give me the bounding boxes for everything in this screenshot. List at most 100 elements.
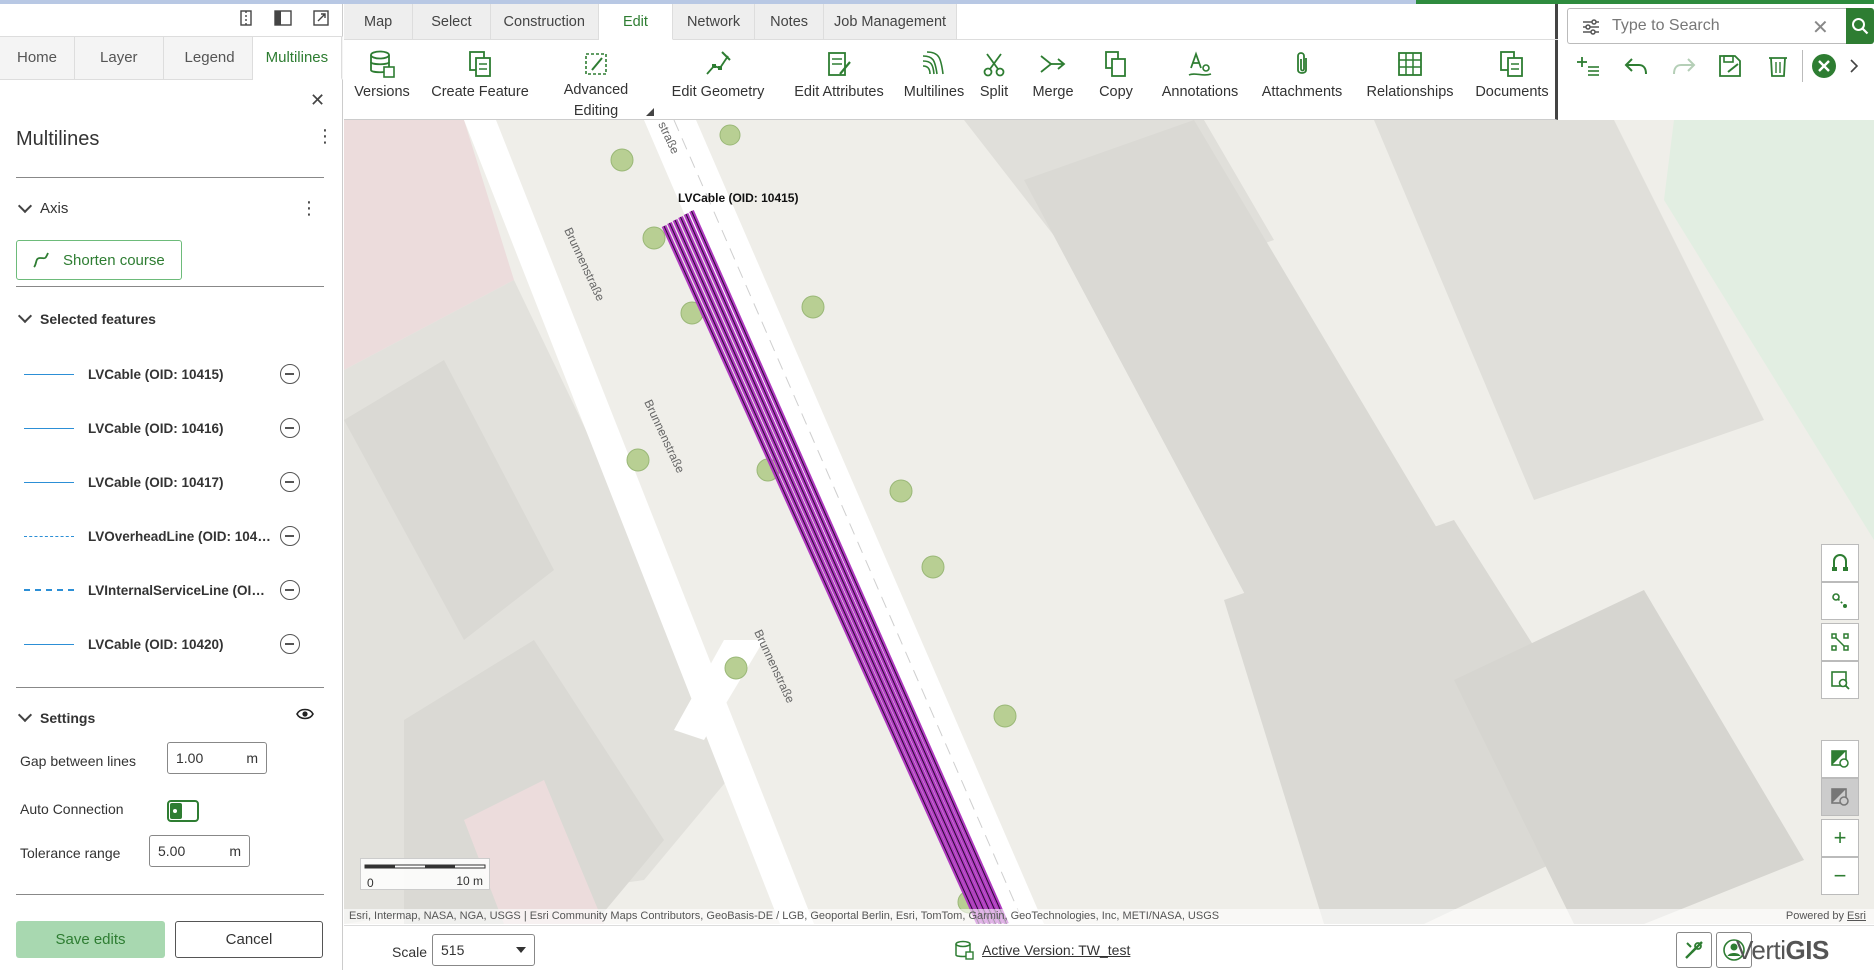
- scale-select[interactable]: 515: [432, 934, 535, 966]
- scalebar-start: 0: [367, 876, 374, 890]
- selected-features-header[interactable]: Selected features: [17, 308, 156, 327]
- edit-attributes-button[interactable]: Edit Attributes: [784, 50, 894, 100]
- auto-connection-toggle[interactable]: [167, 800, 199, 822]
- relationships-icon: [1398, 52, 1422, 76]
- edit-attributes-label: Edit Attributes: [794, 84, 884, 100]
- merge-button[interactable]: Merge: [1030, 50, 1076, 100]
- tab-edit[interactable]: Edit: [598, 4, 673, 40]
- annotations-icon: [1188, 51, 1212, 76]
- chevron-down-icon: [17, 198, 33, 213]
- annotations-button[interactable]: Annotations: [1158, 50, 1242, 100]
- remove-icon[interactable]: [280, 634, 300, 654]
- trace-icon[interactable]: [1821, 582, 1859, 620]
- more-options-icon[interactable]: ⋮: [316, 126, 334, 147]
- list-item[interactable]: LVCable (OID: 10415): [24, 362, 314, 386]
- cancel-edit-icon[interactable]: [1810, 52, 1838, 80]
- tab-multilines[interactable]: Multilines: [252, 37, 343, 80]
- previous-extent-icon[interactable]: [1821, 740, 1859, 778]
- dock-split-icon[interactable]: [273, 10, 293, 30]
- redo-icon[interactable]: [1670, 52, 1698, 80]
- multilines-icon: [922, 51, 944, 75]
- settings-header[interactable]: Settings: [17, 707, 95, 726]
- attachments-icon: [1297, 52, 1307, 74]
- copy-button[interactable]: Copy: [1096, 50, 1136, 100]
- advanced-editing-button[interactable]: Advanced Editing: [554, 50, 638, 122]
- tab-job-management[interactable]: Job Management: [824, 4, 958, 40]
- eye-icon[interactable]: [296, 707, 314, 723]
- zoom-in-icon[interactable]: +: [1821, 819, 1859, 857]
- clear-icon[interactable]: ✕: [1812, 15, 1829, 40]
- remove-icon[interactable]: [280, 418, 300, 438]
- panel-topbar: [0, 4, 342, 36]
- tab-notes[interactable]: Notes: [755, 4, 825, 40]
- relationships-button[interactable]: Relationships: [1364, 50, 1456, 100]
- axis-more-icon[interactable]: ⋮: [300, 198, 318, 219]
- esri-link[interactable]: Esri: [1847, 910, 1866, 922]
- attachments-button[interactable]: Attachments: [1260, 50, 1344, 100]
- discard-edits-icon[interactable]: [1764, 52, 1792, 80]
- save-icon[interactable]: [1716, 52, 1744, 80]
- active-version-link[interactable]: Active Version: TW_test: [954, 940, 1130, 960]
- multilines-button[interactable]: Multilines: [894, 50, 974, 100]
- axis-section-header[interactable]: Axis: [17, 198, 68, 217]
- search-input[interactable]: Type to Search ✕: [1567, 8, 1859, 44]
- dock-left-icon[interactable]: [236, 10, 256, 30]
- chevron-right-icon[interactable]: [1844, 52, 1864, 80]
- chevron-down-icon: [17, 707, 33, 723]
- search-placeholder: Type to Search: [1612, 17, 1720, 34]
- list-item[interactable]: LVCable (OID: 10417): [24, 470, 314, 494]
- list-item[interactable]: LVInternalServiceLine (OID:...: [24, 578, 314, 602]
- list-item[interactable]: LVCable (OID: 10416): [24, 416, 314, 440]
- shorten-course-button[interactable]: Shorten course: [16, 240, 182, 280]
- attribution: Esri, Intermap, NASA, NGA, USGS | Esri C…: [344, 909, 1874, 925]
- list-item[interactable]: LVOverheadLine (OID: 10418): [24, 524, 314, 548]
- cancel-button[interactable]: Cancel: [175, 921, 323, 958]
- add-list-icon[interactable]: [1574, 52, 1602, 80]
- versions-button[interactable]: Versions: [354, 50, 410, 100]
- tab-select[interactable]: Select: [413, 4, 491, 40]
- split-button[interactable]: Split: [974, 50, 1014, 100]
- filter-icon[interactable]: [1582, 19, 1600, 35]
- snapping-icon[interactable]: [1821, 544, 1859, 582]
- tolerance-input[interactable]: 5.00 m: [149, 835, 250, 867]
- split-icon: [983, 53, 1005, 77]
- copy-label: Copy: [1099, 84, 1133, 100]
- save-edits-button[interactable]: Save edits: [16, 921, 165, 958]
- list-item[interactable]: LVCable (OID: 10420): [24, 632, 314, 656]
- scale-bar: 0 10 m: [360, 858, 490, 890]
- popout-icon[interactable]: [311, 10, 331, 30]
- gap-value: 1.00: [176, 750, 204, 766]
- powered-by: Powered by Esri: [1786, 910, 1866, 922]
- tab-home[interactable]: Home: [0, 37, 76, 79]
- feature-label: LVCable (OID: 10415): [88, 366, 224, 382]
- remove-icon[interactable]: [280, 364, 300, 384]
- tab-map[interactable]: Map: [344, 4, 414, 40]
- zoom-out-icon[interactable]: −: [1821, 857, 1859, 895]
- remove-icon[interactable]: [280, 580, 300, 600]
- gap-input[interactable]: 1.00 m: [167, 742, 267, 774]
- next-extent-icon[interactable]: [1821, 778, 1859, 816]
- undo-icon[interactable]: [1622, 52, 1650, 80]
- remove-icon[interactable]: [280, 526, 300, 546]
- left-panel: Home Layer Legend Multilines ✕ Multiline…: [0, 4, 343, 970]
- tab-network[interactable]: Network: [672, 4, 756, 40]
- tab-construction[interactable]: Construction: [490, 4, 599, 40]
- vertex-select-icon[interactable]: [1821, 623, 1859, 661]
- tools-button[interactable]: [1676, 932, 1712, 968]
- create-feature-button[interactable]: Create Feature: [430, 50, 530, 100]
- close-icon[interactable]: ✕: [310, 90, 325, 111]
- tab-legend[interactable]: Legend: [164, 37, 253, 79]
- layer-search-icon[interactable]: [1821, 661, 1859, 699]
- feature-label: LVCable (OID: 10416): [88, 420, 224, 436]
- documents-button[interactable]: Documents: [1474, 50, 1550, 100]
- merge-icon: [1040, 55, 1066, 73]
- merge-label: Merge: [1032, 84, 1074, 100]
- edit-geometry-button[interactable]: Edit Geometry: [666, 50, 770, 100]
- search-button[interactable]: [1846, 8, 1874, 44]
- map-view[interactable]: LVCable (OID: 10415) Brunnenstraße Brunn…: [344, 120, 1874, 924]
- annotations-label: Annotations: [1161, 84, 1239, 100]
- remove-icon[interactable]: [280, 472, 300, 492]
- tab-layer[interactable]: Layer: [75, 37, 164, 79]
- expand-corner-icon[interactable]: [646, 108, 654, 116]
- footer: Scale 515 Active Version: TW_test VertiG…: [344, 925, 1874, 970]
